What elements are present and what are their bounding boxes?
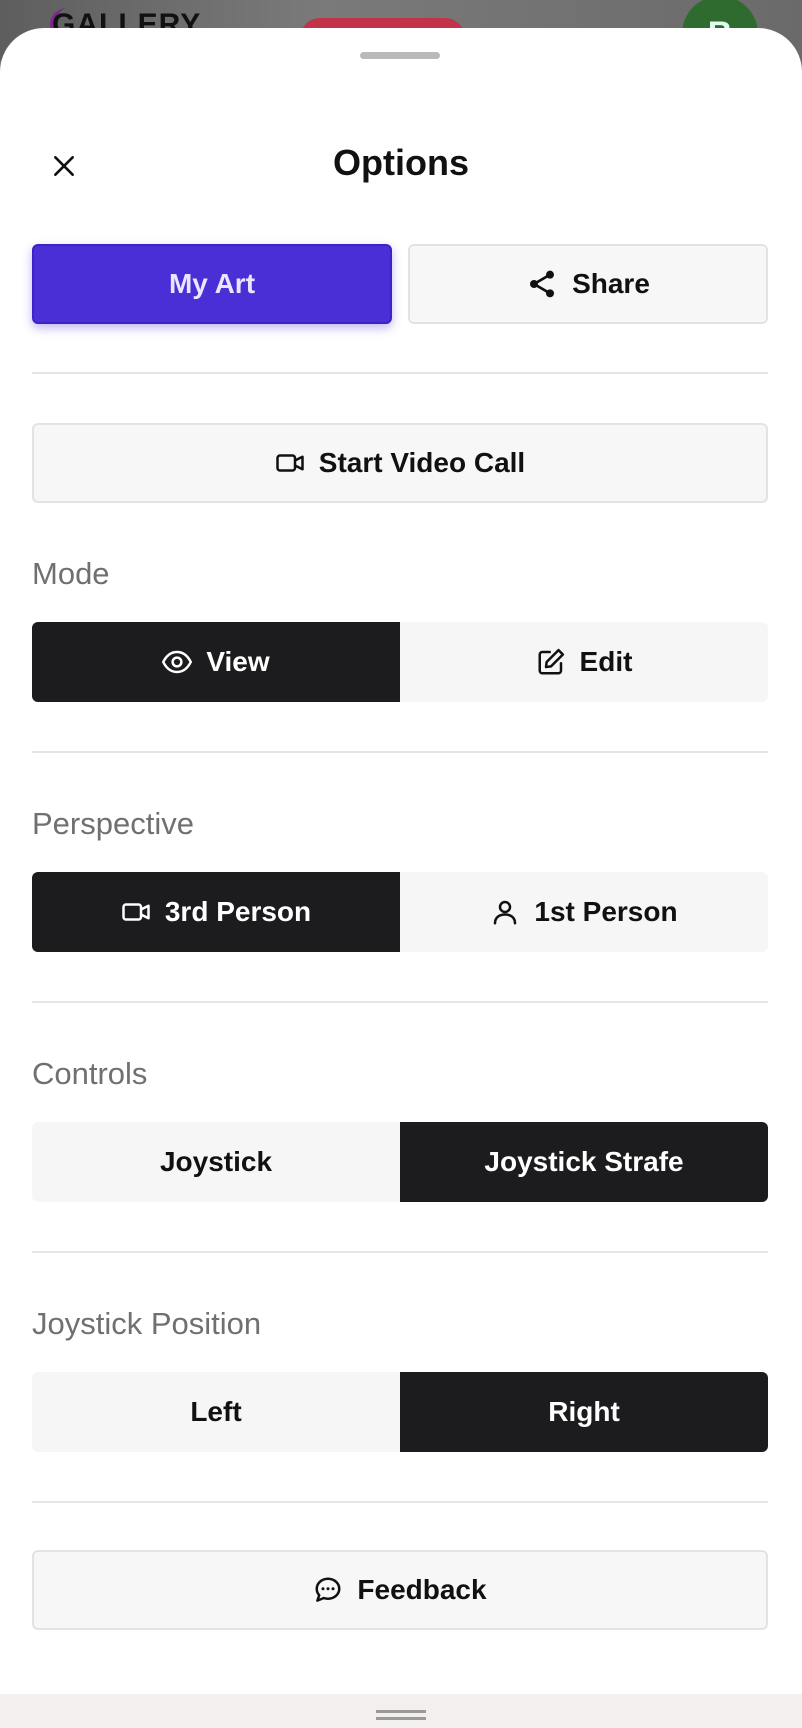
mode-segmented-control: View Edit	[32, 622, 768, 702]
controls-joystick-strafe-option[interactable]: Joystick Strafe	[400, 1122, 768, 1202]
perspective-1st-person-label: 1st Person	[534, 896, 678, 927]
perspective-3rd-person-option[interactable]: 3rd Person	[32, 872, 400, 952]
joystick-position-segmented-control: Left Right	[32, 1372, 768, 1452]
options-sheet: Options My Art Share Start Video Call Mo…	[0, 28, 802, 1728]
feedback-label: Feedback	[357, 1574, 487, 1605]
feedback-button[interactable]: Feedback	[32, 1550, 768, 1630]
perspective-section-label: Perspective	[32, 806, 194, 841]
video-camera-icon	[122, 903, 150, 921]
share-icon	[530, 270, 555, 298]
mode-edit-option[interactable]: Edit	[400, 622, 768, 702]
page-title: Options	[333, 142, 469, 183]
eye-icon	[162, 650, 193, 674]
controls-joystick-label: Joystick	[159, 1146, 273, 1177]
mode-view-option[interactable]: View	[32, 622, 400, 702]
joystick-position-left-option[interactable]: Left	[32, 1372, 400, 1452]
share-button[interactable]: Share	[408, 244, 768, 324]
controls-segmented-control: Joystick Joystick Strafe	[32, 1122, 768, 1202]
joystick-position-right-label: Right	[548, 1396, 620, 1427]
video-camera-icon	[276, 454, 304, 472]
divider	[32, 372, 768, 374]
joystick-position-section-label: Joystick Position	[32, 1306, 262, 1341]
chat-bubble-icon	[315, 1577, 341, 1602]
divider	[32, 751, 768, 753]
divider	[32, 1251, 768, 1253]
grip-line	[376, 1710, 426, 1713]
edit-icon	[538, 648, 564, 675]
controls-joystick-strafe-label: Joystick Strafe	[484, 1146, 684, 1177]
start-video-call-label: Start Video Call	[318, 447, 526, 478]
perspective-segmented-control: 3rd Person 1st Person	[32, 872, 768, 952]
mode-edit-label: Edit	[579, 646, 633, 677]
divider	[32, 1501, 768, 1503]
grip-line	[376, 1717, 426, 1720]
joystick-position-right-option[interactable]: Right	[400, 1372, 768, 1452]
bottom-handle-bar[interactable]	[0, 1694, 802, 1728]
share-label: Share	[572, 268, 650, 299]
start-video-call-button[interactable]: Start Video Call	[32, 423, 768, 503]
perspective-3rd-person-label: 3rd Person	[164, 896, 312, 927]
my-art-button[interactable]: My Art	[32, 244, 392, 324]
sheet-drag-handle[interactable]	[360, 52, 440, 59]
joystick-position-left-label: Left	[190, 1396, 242, 1427]
controls-section-label: Controls	[32, 1056, 148, 1091]
mode-view-label: View	[206, 646, 270, 677]
person-icon	[494, 900, 517, 925]
my-art-label: My Art	[168, 268, 256, 299]
perspective-1st-person-option[interactable]: 1st Person	[400, 872, 768, 952]
mode-section-label: Mode	[32, 556, 110, 591]
controls-joystick-option[interactable]: Joystick	[32, 1122, 400, 1202]
divider	[32, 1001, 768, 1003]
